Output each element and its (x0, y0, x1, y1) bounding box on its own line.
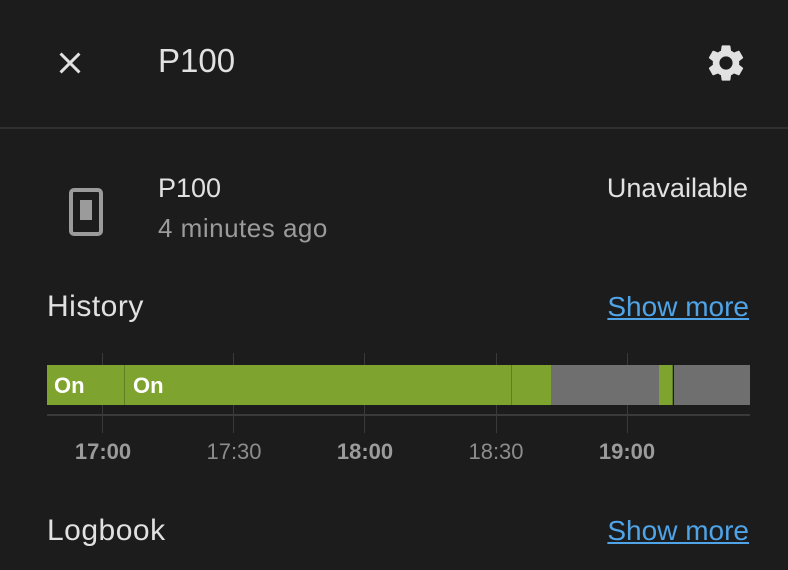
tick-label: 18:30 (468, 439, 524, 464)
segment-label: On (54, 373, 85, 398)
dialog-header: P100 (0, 0, 788, 129)
entity-state: Unavailable (606, 173, 748, 203)
entity-name: P100 (158, 173, 222, 203)
settings-button[interactable] (700, 37, 752, 89)
tick-label: 19:00 (598, 439, 656, 464)
history-show-more-link[interactable]: Show more (607, 291, 749, 323)
close-button[interactable] (44, 37, 96, 89)
light-switch-icon (64, 186, 108, 238)
history-segment-unavailable[interactable] (551, 365, 659, 405)
tick-label: 17:00 (74, 439, 132, 464)
dialog-title: P100 (158, 42, 236, 79)
history-segment-on[interactable] (512, 365, 551, 405)
close-icon (59, 52, 81, 74)
history-title: History (47, 290, 144, 323)
history-timeline: On On 17:00 17:30 18:00 18:30 19:00 (0, 345, 788, 475)
history-segment-on[interactable] (125, 365, 512, 405)
history-segment-on[interactable] (659, 365, 673, 405)
logbook-show-more-link[interactable]: Show more (607, 515, 749, 547)
segment-label: On (133, 373, 164, 398)
tick-label: 17:30 (206, 439, 262, 464)
history-segment-unavailable[interactable] (674, 365, 750, 405)
tick-label: 18:00 (336, 439, 394, 464)
timeline-axis (47, 414, 750, 416)
entity-last-changed: 4 minutes ago (158, 213, 328, 243)
logbook-title: Logbook (47, 514, 166, 547)
gear-icon (708, 45, 744, 81)
